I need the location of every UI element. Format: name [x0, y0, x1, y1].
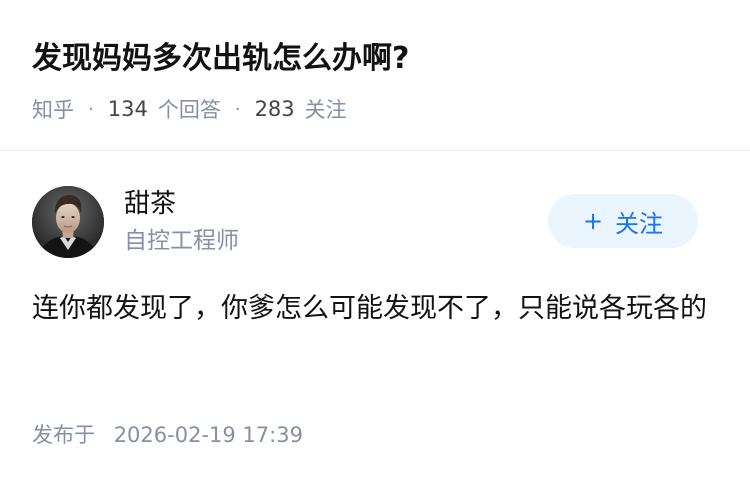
question-meta: 知乎 · 134 个回答 · 283 关注	[32, 92, 347, 126]
author-headline: 自控工程师	[124, 228, 239, 254]
follower-count-label[interactable]: 关注	[305, 94, 347, 124]
follow-button-label: 关注	[615, 209, 664, 238]
plus-icon: +	[582, 207, 604, 235]
follow-button[interactable]: + 关注	[548, 194, 698, 248]
answer-count-label[interactable]: 个回答	[158, 94, 221, 124]
question-header: 发现妈妈多次出轨怎么办啊? 知乎 · 134 个回答 · 283 关注	[0, 0, 750, 151]
user-avatar-icon	[32, 186, 104, 258]
answer-count: 134	[107, 97, 148, 121]
follower-count: 283	[254, 97, 295, 121]
answer-author-card: 甜茶 自控工程师 + 关注	[32, 184, 718, 260]
answer-content[interactable]: 连你都发现了，你爹怎么可能发现不了，只能说各玩各的	[32, 285, 718, 333]
author-avatar[interactable]	[32, 186, 104, 258]
meta-separator: ·	[234, 98, 241, 120]
meta-separator: ·	[88, 98, 94, 120]
author-name[interactable]: 甜茶	[124, 186, 176, 222]
answer-publish-info: 发布于 2026-02-19 17:39	[32, 418, 303, 452]
source-label[interactable]: 知乎	[32, 94, 74, 124]
published-label: 发布于	[32, 423, 95, 447]
published-time: 2026-02-19 17:39	[113, 423, 303, 447]
question-title[interactable]: 发现妈妈多次出轨怎么办啊?	[32, 35, 409, 83]
